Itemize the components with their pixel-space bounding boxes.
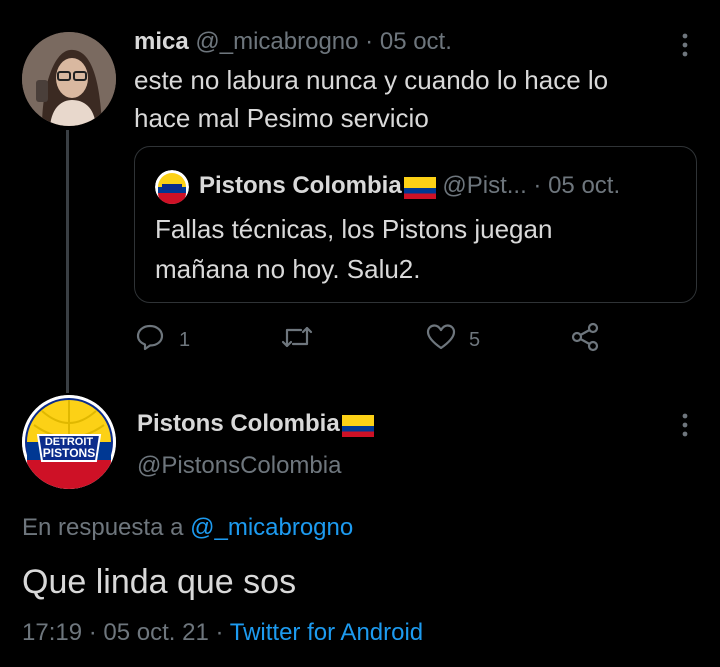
- avatar-pistons-colombia[interactable]: DETROIT PISTONS: [22, 395, 116, 489]
- logo-text-bottom: PISTONS: [43, 446, 95, 460]
- more-icon[interactable]: [680, 32, 690, 58]
- quoted-tweet-text: Fallas técnicas, los Pistons juegan maña…: [155, 209, 685, 289]
- quoted-avatar: [155, 170, 189, 204]
- separator: ·: [215, 619, 224, 646]
- reply-author-name[interactable]: mica: [134, 28, 189, 55]
- like-button[interactable]: 5: [425, 322, 481, 358]
- tweet-date[interactable]: 05 oct. 21: [103, 619, 208, 646]
- quoted-author-handle: @Pist...: [442, 172, 527, 199]
- reply-date[interactable]: 05 oct.: [380, 28, 452, 55]
- share-button[interactable]: [570, 322, 602, 358]
- quoted-author-name: Pistons Colombia: [199, 172, 402, 199]
- separator: ·: [365, 28, 374, 55]
- quoted-tweet-header: Pistons Colombia @Pist... · 05 oct.: [199, 170, 689, 202]
- share-icon: [570, 322, 602, 358]
- colombia-flag-icon: [341, 414, 374, 437]
- retweet-icon: [280, 322, 314, 358]
- quoted-date: 05 oct.: [548, 172, 621, 199]
- main-author-name[interactable]: Pistons Colombia: [137, 410, 340, 437]
- separator: ·: [88, 619, 97, 646]
- reply-context: En respuesta a @_micabrogno: [22, 512, 353, 544]
- reply-tweet-text: este no labura nunca y cuando lo hace lo…: [134, 61, 694, 137]
- reply-to-link[interactable]: @_micabrogno: [190, 514, 353, 541]
- thread-line: [66, 130, 69, 393]
- client-link[interactable]: Twitter for Android: [230, 619, 423, 646]
- reply-button[interactable]: 1: [135, 322, 191, 358]
- retweet-button[interactable]: [280, 325, 314, 355]
- colombia-flag-icon: [403, 176, 436, 199]
- main-tweet-text: Que linda que sos: [22, 563, 297, 601]
- main-author-row: Pistons Colombia: [137, 408, 657, 440]
- tweet-time[interactable]: 17:19: [22, 619, 82, 646]
- reply-author-handle[interactable]: @_micabrogno: [195, 28, 358, 55]
- reply-tweet-header: mica @_micabrogno · 05 oct.: [134, 26, 654, 58]
- main-author-handle[interactable]: @PistonsColombia: [137, 450, 341, 482]
- reply-text-line: hace mal Pesimo servicio: [134, 103, 429, 133]
- separator: ·: [533, 172, 542, 199]
- tweet-meta: 17:19 · 05 oct. 21 · Twitter for Android: [22, 617, 423, 649]
- reply-count: 1: [179, 328, 191, 351]
- quoted-text-line: Fallas técnicas, los Pistons juegan: [155, 214, 553, 244]
- reply-icon: [135, 322, 165, 358]
- quoted-text-line: mañana no hoy. Salu2.: [155, 254, 421, 284]
- avatar-mica[interactable]: [22, 32, 116, 126]
- like-count: 5: [469, 328, 481, 351]
- reply-text-line: este no labura nunca y cuando lo hace lo: [134, 65, 609, 95]
- reply-prefix: En respuesta a: [22, 514, 184, 541]
- like-icon: [425, 322, 457, 358]
- more-icon[interactable]: [680, 412, 690, 438]
